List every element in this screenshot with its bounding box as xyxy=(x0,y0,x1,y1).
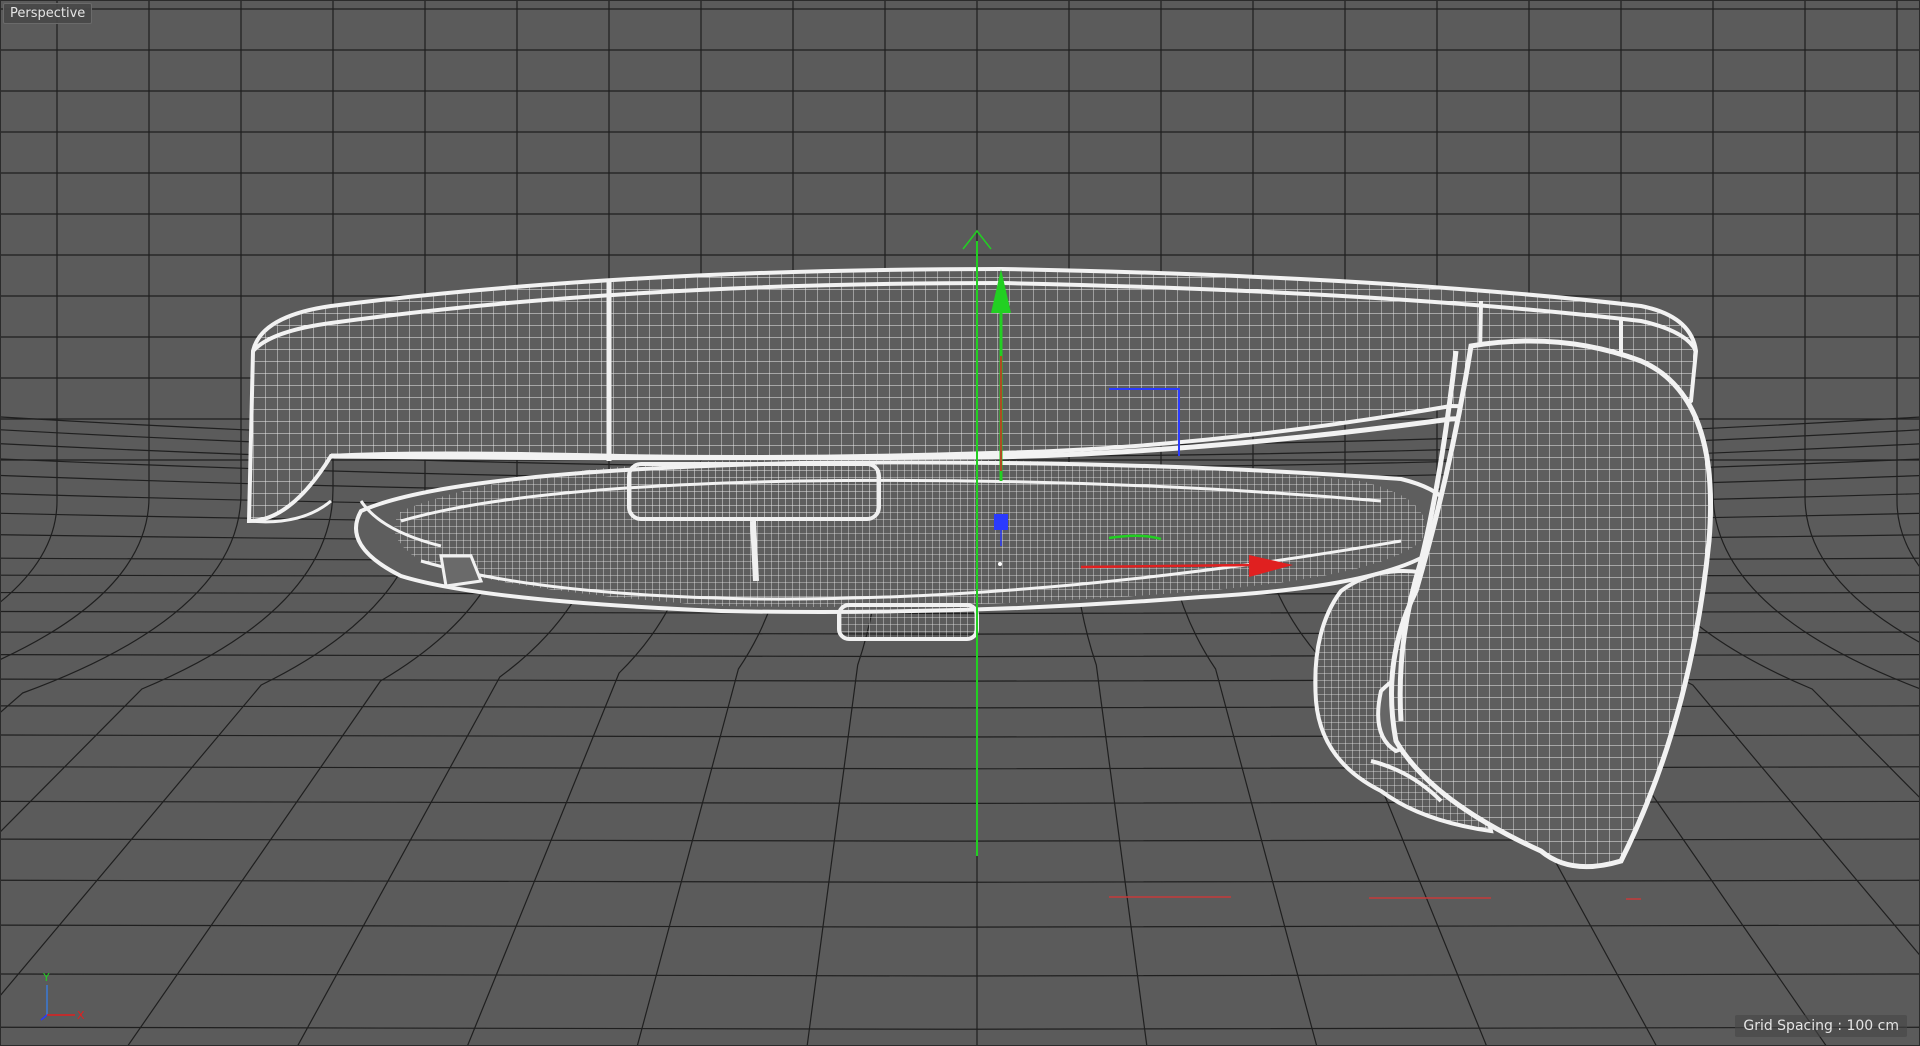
gizmo-z-handle xyxy=(994,514,1008,530)
axis-y-label: Y xyxy=(42,971,50,984)
world-axis-icon: Y X xyxy=(40,971,85,1021)
viewport-perspective[interactable]: Perspective Y X Grid Spacing : 100 cm xyxy=(0,0,1920,1046)
viewport-camera-label[interactable]: Perspective xyxy=(3,3,93,24)
axis-x-label: X xyxy=(77,1009,85,1021)
gizmo-pivot xyxy=(998,562,1002,566)
viewport-scene[interactable] xyxy=(1,1,1920,1046)
lower-clip xyxy=(837,603,979,641)
upper-clip xyxy=(627,462,881,521)
grid-spacing-readout: Grid Spacing : 100 cm xyxy=(1735,1015,1907,1037)
